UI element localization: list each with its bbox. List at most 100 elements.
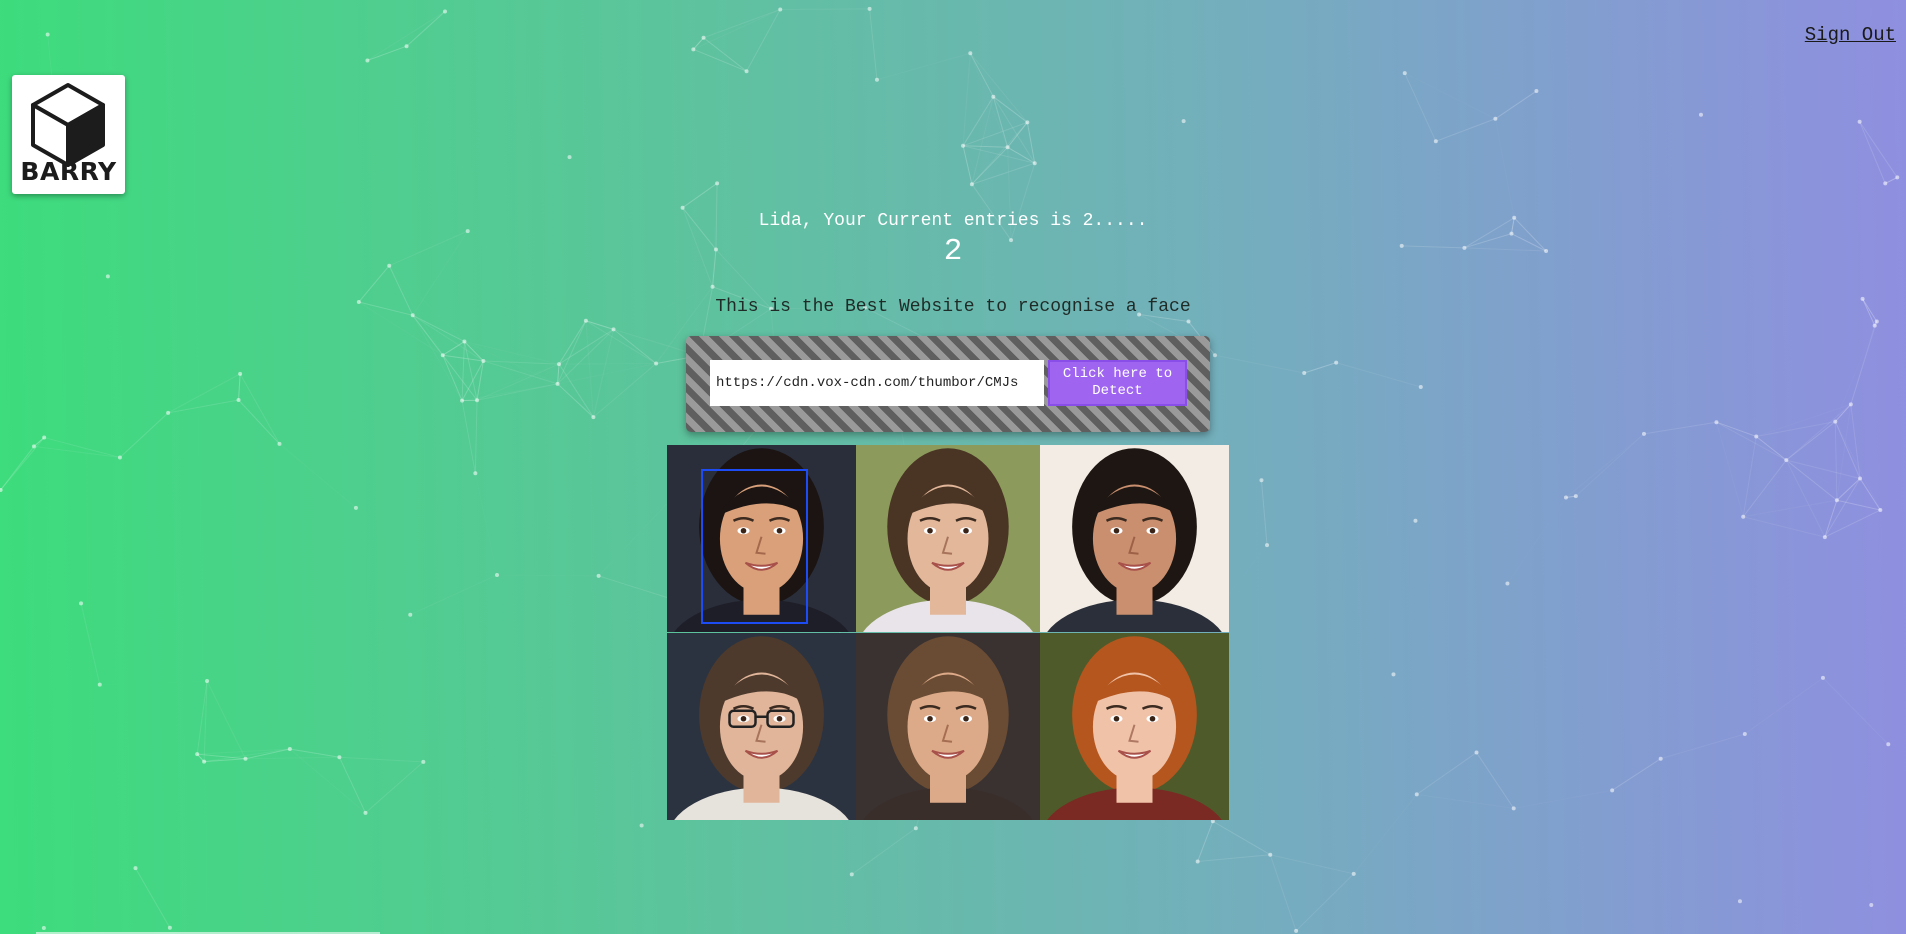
particle-link xyxy=(1007,146,1035,164)
particle-dot xyxy=(1714,420,1719,425)
particle-link xyxy=(558,320,587,365)
particle-dot xyxy=(1874,319,1879,324)
particle-dot xyxy=(1741,514,1746,519)
particle-dot xyxy=(1402,71,1407,76)
particle-link xyxy=(33,445,120,458)
particle-link xyxy=(869,8,878,80)
particle-link xyxy=(693,48,747,72)
particle-link xyxy=(1304,362,1337,374)
particle-dot xyxy=(1737,899,1742,904)
particle-dot xyxy=(611,327,616,332)
particle-link xyxy=(969,52,1028,123)
particle-link xyxy=(1851,404,1880,510)
particle-dot xyxy=(596,573,601,578)
logo-card[interactable]: BARRY xyxy=(12,75,125,194)
particle-dot xyxy=(1302,371,1307,376)
particle-dot xyxy=(1858,476,1863,481)
particle-link xyxy=(851,827,917,875)
face-image xyxy=(667,445,1229,820)
particle-link xyxy=(1197,821,1214,862)
particle-link xyxy=(1507,498,1566,584)
detect-button[interactable]: Click here to Detect xyxy=(1048,360,1187,406)
particle-dot xyxy=(913,826,918,831)
particle-dot xyxy=(195,752,200,757)
image-url-input[interactable] xyxy=(710,360,1044,406)
particle-link xyxy=(692,37,704,50)
particle-dot xyxy=(691,47,696,52)
particle-dot xyxy=(654,361,659,366)
particle-link xyxy=(1214,354,1305,374)
particle-link xyxy=(1436,141,1514,217)
particle-link xyxy=(593,363,657,418)
particle-link xyxy=(497,575,599,576)
particle-link xyxy=(585,320,614,330)
particle-dot xyxy=(1294,928,1299,933)
face-bounding-box xyxy=(701,469,808,624)
particle-dot xyxy=(639,823,644,828)
particle-dot xyxy=(31,444,36,449)
particle-dot xyxy=(1895,175,1900,180)
particle-dot xyxy=(243,756,248,761)
particle-link xyxy=(207,681,290,749)
particle-dot xyxy=(555,381,560,386)
particle-dot xyxy=(473,471,478,476)
particle-dot xyxy=(1857,119,1862,124)
particle-dot xyxy=(42,435,47,440)
particle-dot xyxy=(41,925,46,930)
particle-dot xyxy=(236,398,241,403)
particle-link xyxy=(1785,459,1826,538)
particle-link xyxy=(410,574,498,616)
particle-link xyxy=(245,756,340,760)
particle-dot xyxy=(1212,353,1217,358)
particle-link xyxy=(44,437,121,458)
particle-dot xyxy=(404,44,409,49)
particle-dot xyxy=(481,358,486,363)
particle-dot xyxy=(1005,145,1010,150)
particle-dot xyxy=(353,505,358,510)
particle-link xyxy=(461,341,465,401)
particle-link xyxy=(1404,72,1437,142)
particle-dot xyxy=(968,51,973,56)
image-link-form: Click here to Detect xyxy=(686,336,1210,432)
particle-dot xyxy=(557,362,562,367)
particle-dot xyxy=(1878,508,1883,513)
particle-dot xyxy=(1848,402,1853,407)
particle-dot xyxy=(1820,675,1825,680)
particle-dot xyxy=(1474,750,1479,755)
particle-dot xyxy=(495,573,500,578)
particle-dot xyxy=(1833,419,1838,424)
particle-link xyxy=(971,96,994,185)
particle-link xyxy=(1743,516,1825,538)
particle-link xyxy=(1822,677,1889,745)
particle-link xyxy=(474,400,478,474)
particle-dot xyxy=(287,746,292,751)
particle-link xyxy=(1716,421,1757,437)
particle-dot xyxy=(1265,543,1270,548)
particle-link xyxy=(1269,854,1297,931)
particle-link xyxy=(461,400,476,474)
particle-link xyxy=(406,11,446,47)
particle-dot xyxy=(105,274,110,279)
particle-link xyxy=(238,373,241,401)
particle-dot xyxy=(133,866,138,871)
cube-logo-icon xyxy=(31,83,105,167)
particle-dot xyxy=(443,9,448,14)
particle-dot xyxy=(1414,792,1419,797)
particle-link xyxy=(962,145,1035,164)
face-photo-woman-red-hair xyxy=(1040,633,1229,820)
particle-link xyxy=(464,341,484,362)
particle-link xyxy=(557,329,614,385)
particle-dot xyxy=(1181,119,1186,124)
top-nav: Sign Out xyxy=(1805,24,1896,46)
sign-out-link[interactable]: Sign Out xyxy=(1805,24,1896,46)
particle-dot xyxy=(1610,788,1615,793)
particle-link xyxy=(992,96,1009,148)
particle-dot xyxy=(1869,903,1874,908)
particle-link xyxy=(33,437,45,447)
particle-link xyxy=(557,320,587,385)
particle-dot xyxy=(363,810,368,815)
particle-link xyxy=(1260,480,1268,546)
particle-link xyxy=(239,373,280,445)
particle-dot xyxy=(849,872,854,877)
particle-dot xyxy=(874,77,879,82)
